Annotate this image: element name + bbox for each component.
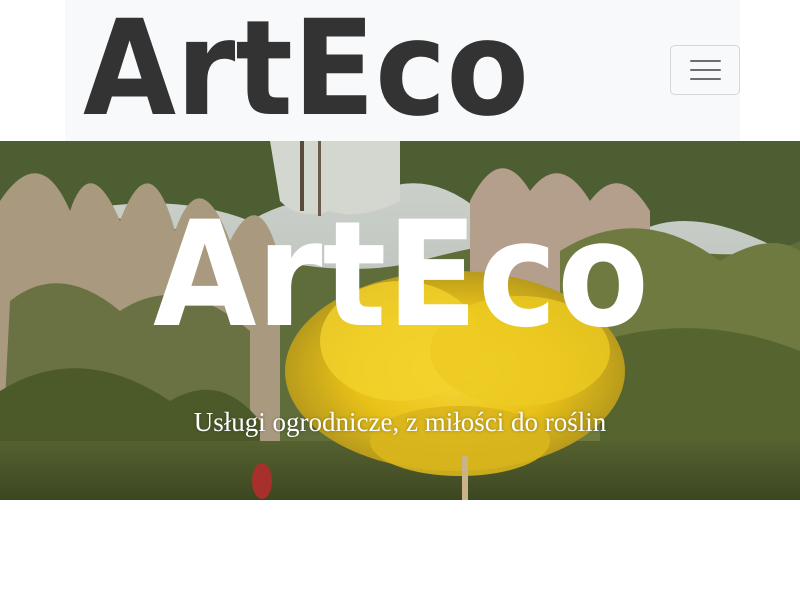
- hero-tagline: Usługi ogrodnicze, z miłości do roślin: [193, 407, 607, 437]
- brand-logo[interactable]: ArtEco: [83, 2, 533, 134]
- hero-banner: ArtEco Usługi ogrodnicze, z miłości do r…: [0, 141, 800, 500]
- hero-logo-text: ArtEco: [153, 201, 649, 346]
- top-navbar: ArtEco: [65, 0, 740, 141]
- hero-logo: ArtEco: [153, 201, 649, 346]
- navbar-toggler-button[interactable]: [670, 45, 740, 95]
- brand-logo-text: ArtEco: [83, 2, 529, 134]
